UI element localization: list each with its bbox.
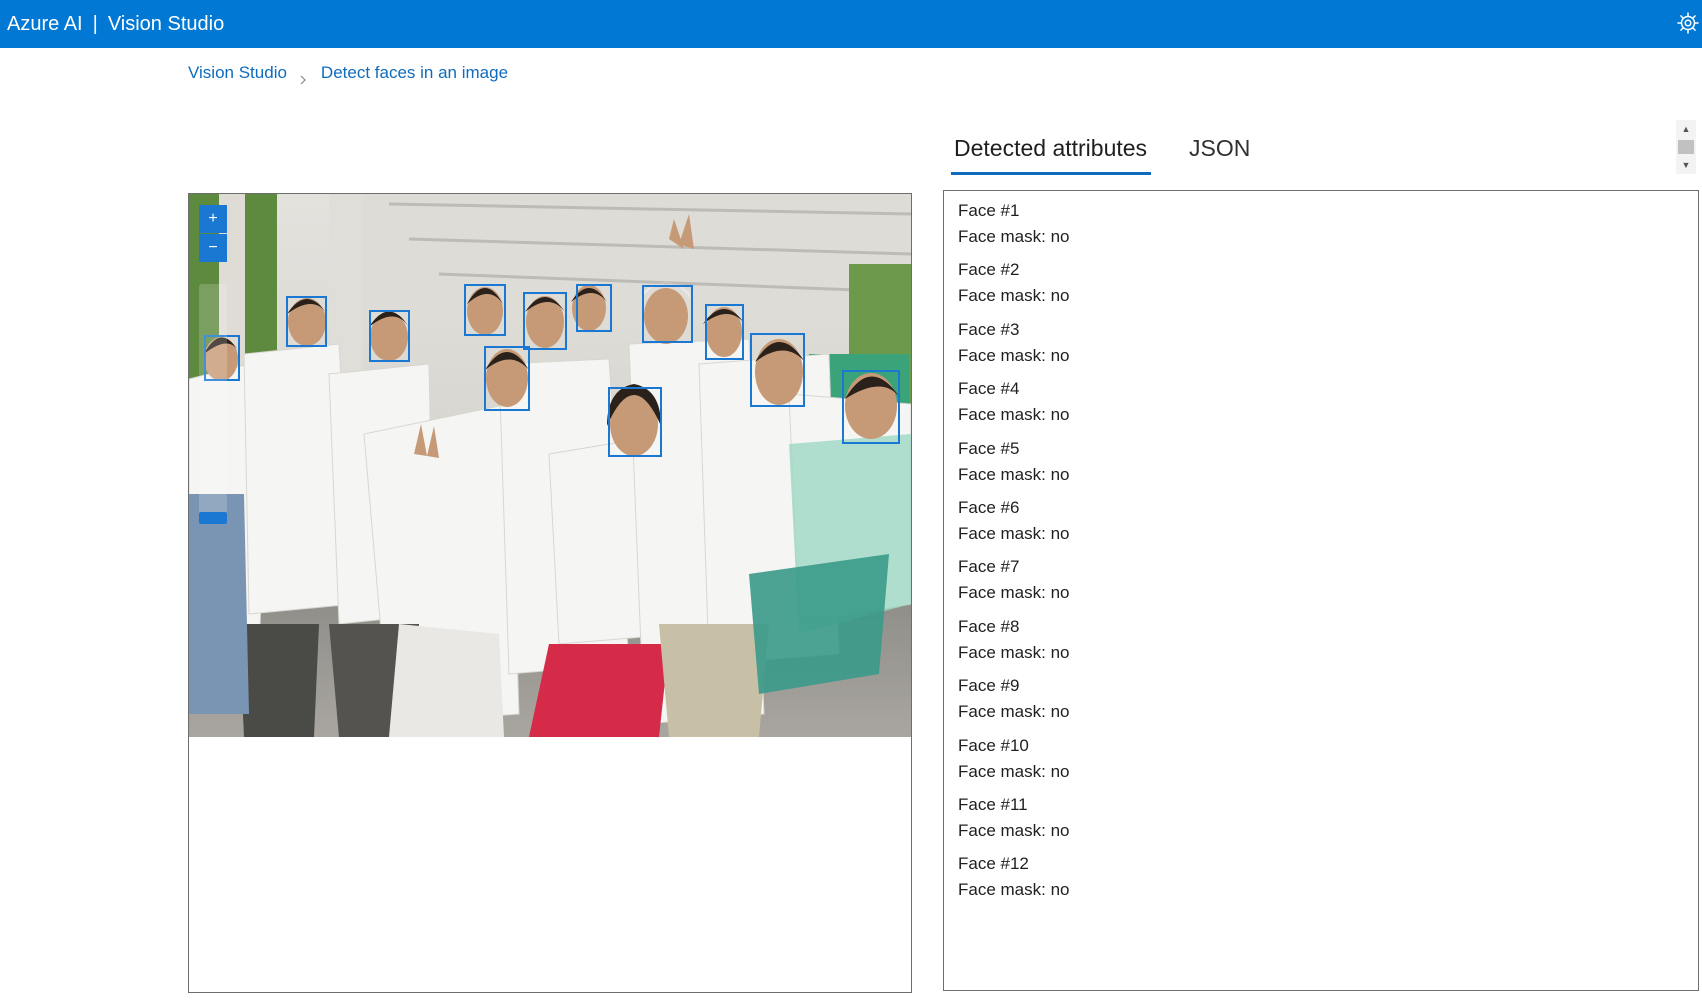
face-title: Face #3 [958,319,1020,339]
face-title: Face #4 [958,379,1020,399]
face-mask-status: Face mask: no [958,583,1070,603]
face-mask-status: Face mask: no [958,227,1070,246]
breadcrumb-current-link[interactable]: Detect faces in an image [321,63,508,82]
face-list: Face #1 Face mask: no Face #2 Face mask: no… [944,191,1698,911]
breadcrumb: Vision Studio Detect faces in an image [188,60,508,86]
brand-separator: | [92,13,98,35]
list-item: Face #12 Face mask: no [958,851,1698,910]
tab-json[interactable]: JSON [1189,125,1250,175]
face-title: Face #6 [958,497,1020,517]
image-viewer[interactable]: + − [188,193,912,993]
zoom-slider-track[interactable] [199,284,227,524]
zoom-in-button[interactable]: + [199,205,227,233]
face-mask-status: Face mask: no [958,761,1070,781]
list-item: Face #8 Face mask: no [958,614,1698,673]
face-title: Face #8 [958,616,1020,636]
face-mask-status: Face mask: no [958,820,1070,840]
gear-icon[interactable] [1676,11,1700,35]
face-mask-status: Face mask: no [958,464,1070,484]
face-mask-status: Face mask: no [958,345,1070,365]
list-item: Face #9 Face mask: no [958,673,1698,732]
face-mask-status: Face mask: no [958,286,1070,306]
face-mask-status: Face mask: no [958,642,1070,662]
chevron-right-icon [297,68,309,84]
face-mask-status: Face mask: no [958,523,1070,543]
tab-detected-attributes[interactable]: Detected attributes [950,125,1152,175]
face-mask-status: Face mask: no [958,702,1070,722]
face-title: Face #12 [958,854,1029,874]
zoom-slider-handle[interactable] [199,512,227,524]
list-item: Face #3 Face mask: no [958,317,1698,376]
face-title: Face #5 [958,438,1020,458]
top-bar: Azure AI | Vision Studio [0,0,1702,48]
app-name: Vision Studio [107,13,225,35]
list-item: Face #10 Face mask: no [958,733,1698,792]
brand-name: Azure AI [7,13,83,35]
product-title[interactable]: Azure AI | Vision Studio [7,0,224,48]
list-item: Face #4 Face mask: no [958,376,1698,435]
list-item: Face #1 Face mask: no [958,198,1698,257]
list-item: Face #6 Face mask: no [958,495,1698,554]
zoom-out-button[interactable]: − [199,234,227,262]
list-item: Face #2 Face mask: no [958,257,1698,316]
scroll-up-arrow-icon[interactable]: ▲ [1676,123,1696,135]
zoom-out-label: − [208,239,218,256]
list-item: Face #5 Face mask: no [958,436,1698,495]
face-title: Face #11 [958,794,1028,814]
breadcrumb-home-link[interactable]: Vision Studio [188,63,287,82]
scroll-down-arrow-icon[interactable]: ▼ [1676,159,1696,171]
face-title: Face #9 [958,676,1020,696]
face-title: Face #7 [958,557,1020,577]
zoom-in-label: + [208,210,218,227]
face-title: Face #10 [958,735,1029,755]
face-title: Face #1 [958,201,1020,220]
face-title: Face #2 [958,260,1020,280]
group-photo [189,194,911,737]
list-item: Face #7 Face mask: no [958,554,1698,613]
face-mask-status: Face mask: no [958,405,1070,425]
tabs-scrollbar[interactable]: ▲ ▼ [1676,120,1696,174]
list-item: Face #11 Face mask: no [958,792,1698,851]
face-mask-status: Face mask: no [958,880,1070,900]
scroll-thumb[interactable] [1678,140,1694,154]
detected-attributes-panel[interactable]: Face #1 Face mask: no Face #2 Face mask: no… [943,190,1699,991]
